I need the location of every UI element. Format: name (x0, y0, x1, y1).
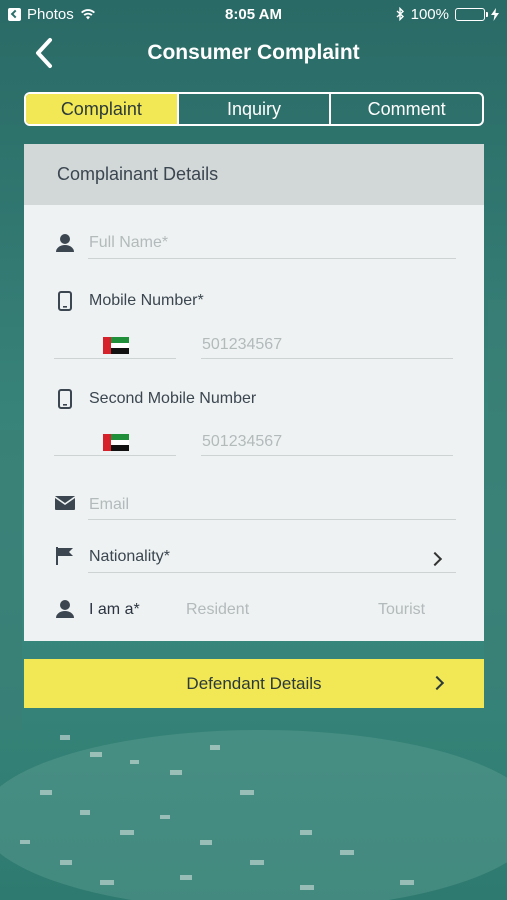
battery-icon (455, 7, 488, 21)
mobile-number-label: Mobile Number* (89, 292, 204, 309)
chevron-right-icon[interactable] (427, 551, 443, 567)
mobile-number-input[interactable]: 501234567 (202, 336, 282, 354)
navigation-bar: Consumer Complaint (0, 28, 507, 78)
email-row: Email (24, 492, 484, 522)
complainant-form-card: Complainant Details Full Name* Mobile Nu… (24, 144, 484, 641)
section-header: Complainant Details (24, 144, 484, 205)
second-mobile-input-row: 501234567 (24, 427, 484, 457)
uae-flag-icon[interactable] (103, 434, 129, 452)
mobile-phone-icon (54, 388, 76, 410)
mobile-number-underline (201, 358, 453, 359)
bluetooth-icon (396, 7, 404, 21)
tab-comment[interactable]: Comment (329, 94, 482, 124)
person-icon (54, 232, 76, 254)
status-bar: Photos 8:05 AM 100% (0, 0, 507, 28)
i-am-a-label: I am a* (89, 601, 140, 618)
charging-icon (491, 7, 499, 21)
chevron-right-icon (429, 675, 445, 691)
defendant-details-label: Defendant Details (186, 673, 322, 693)
second-mobile-label-row: Second Mobile Number (24, 386, 484, 412)
nationality-select[interactable]: Nationality* (89, 548, 170, 566)
defendant-details-button[interactable]: Defendant Details (24, 659, 484, 708)
flag-icon (54, 545, 76, 567)
mobile-label-row: Mobile Number* (24, 288, 484, 314)
nationality-underline (88, 572, 456, 573)
back-app-label[interactable]: Photos (27, 6, 74, 23)
full-name-row: Full Name* (24, 230, 484, 262)
country-code-underline (54, 358, 176, 359)
wifi-icon (80, 9, 95, 20)
mobile-phone-icon (54, 290, 76, 312)
second-mobile-underline (201, 455, 453, 456)
resident-option[interactable]: Resident (186, 601, 249, 619)
country-code-underline (54, 455, 176, 456)
status-right: 100% (396, 6, 499, 23)
tourist-option[interactable]: Tourist (378, 601, 425, 619)
mobile-input-row: 501234567 (24, 330, 484, 360)
full-name-input[interactable]: Full Name* (89, 234, 168, 252)
envelope-icon (54, 492, 76, 514)
person-icon (54, 598, 76, 620)
battery-percent: 100% (410, 5, 449, 23)
uae-flag-icon[interactable] (103, 337, 129, 355)
nationality-row[interactable]: Nationality* (24, 544, 484, 574)
email-underline (88, 519, 456, 520)
status-left: Photos (8, 6, 96, 23)
second-mobile-label: Second Mobile Number (89, 390, 257, 407)
tab-complaint[interactable]: Complaint (26, 94, 177, 124)
visitor-type-row: I am a* Resident Tourist (24, 598, 484, 624)
second-mobile-input[interactable]: 501234567 (202, 433, 282, 451)
tab-inquiry[interactable]: Inquiry (176, 94, 330, 124)
page-title: Consumer Complaint (147, 41, 360, 64)
full-name-underline (88, 258, 456, 259)
back-chevron-icon[interactable] (30, 36, 60, 70)
email-input[interactable]: Email (89, 496, 129, 514)
back-to-app-icon[interactable] (8, 7, 21, 21)
tab-segmented-control: Complaint Inquiry Comment (24, 92, 484, 126)
